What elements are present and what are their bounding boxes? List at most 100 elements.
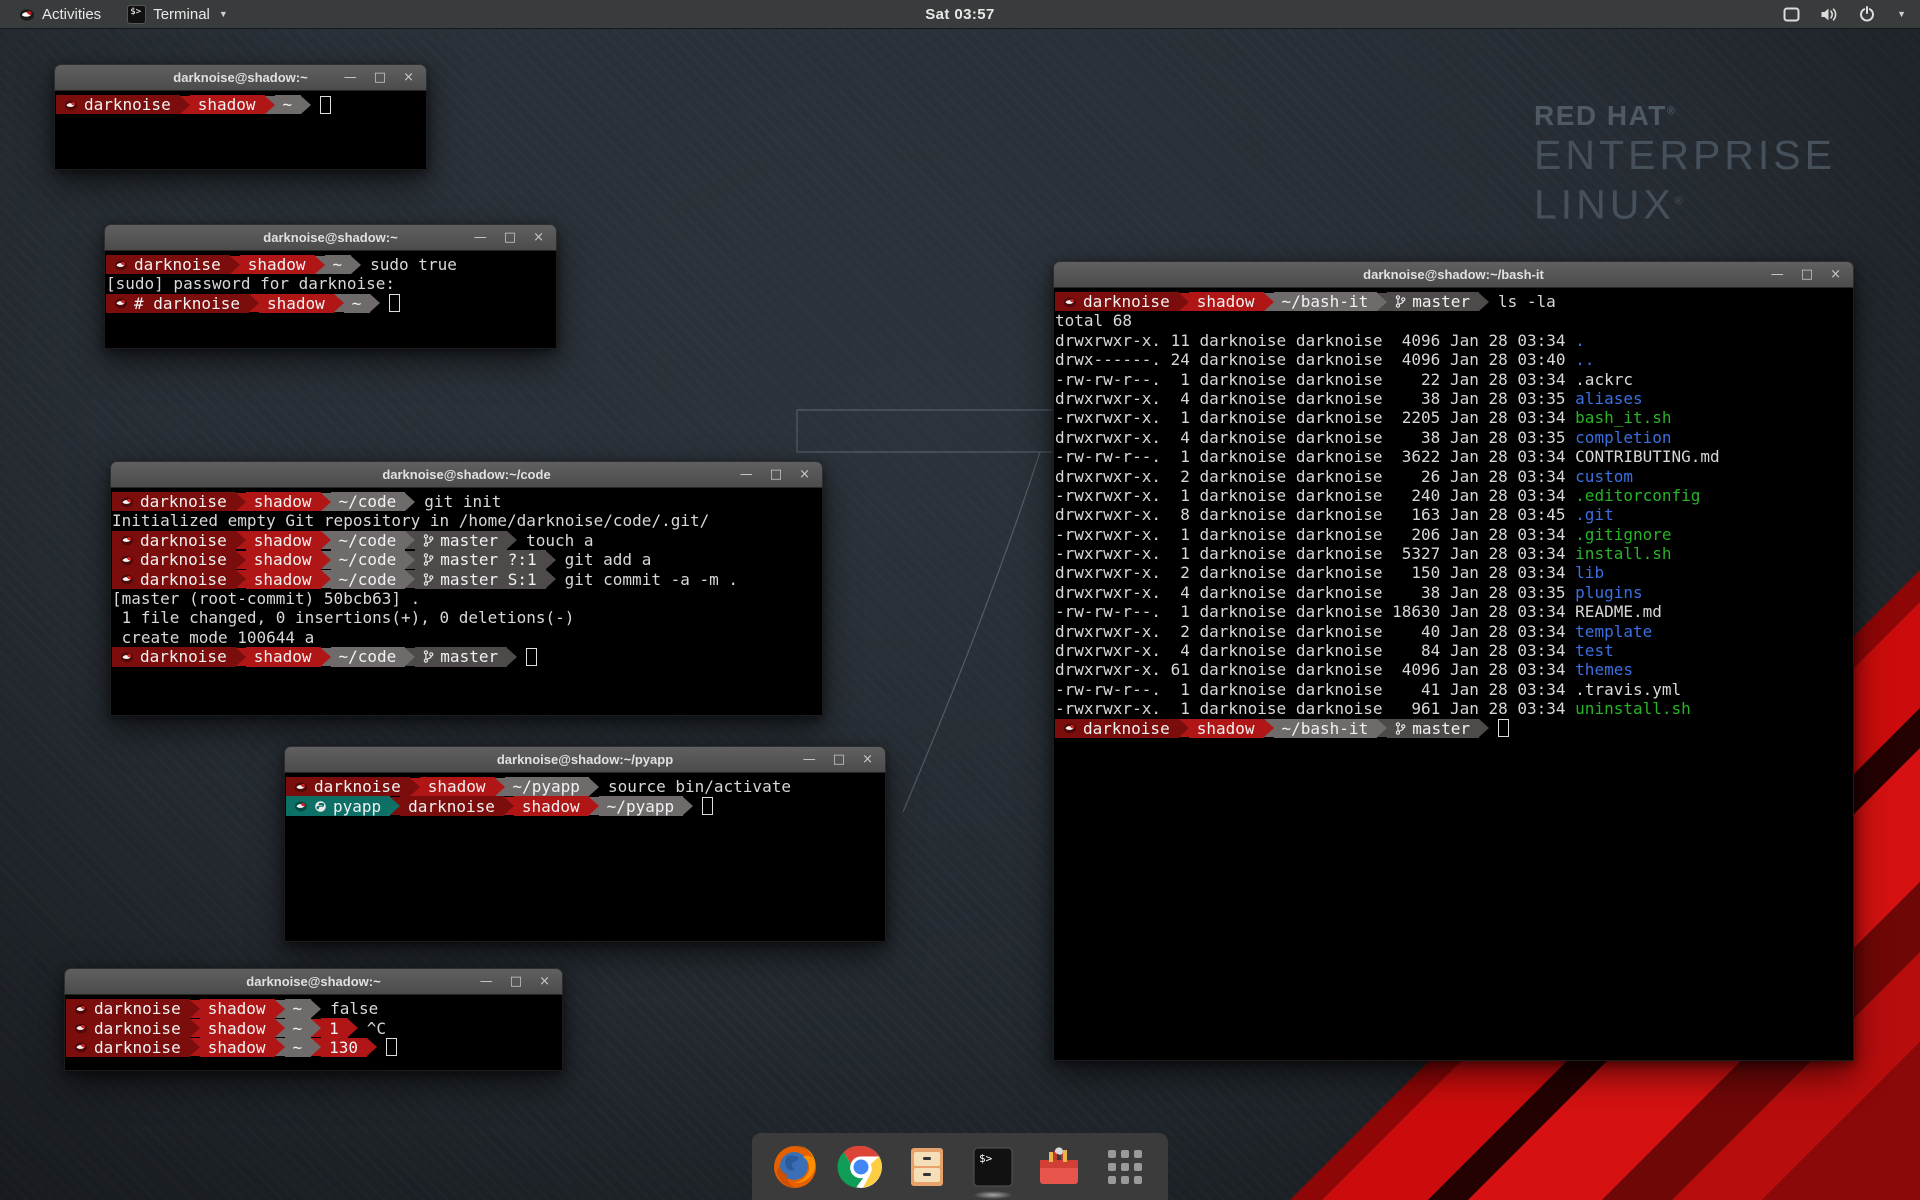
- prompt-segment-text: shadow: [208, 1038, 266, 1057]
- prompt-segment-text: ~/code: [339, 550, 397, 569]
- close-button[interactable]: ×: [403, 71, 414, 84]
- window-title: darknoise@shadow:~/bash-it: [1054, 267, 1853, 282]
- terminal-output-line: drwxrwxr-x. 2 darknoise darknoise 26 Jan…: [1055, 467, 1852, 486]
- powerline-arrow-icon: [236, 493, 246, 511]
- close-button[interactable]: ×: [539, 975, 550, 988]
- prompt-segment-text: shadow: [522, 797, 580, 816]
- window-titlebar[interactable]: darknoise@shadow:~—□×: [54, 64, 427, 91]
- files-icon: [904, 1144, 950, 1190]
- volume-icon[interactable]: [1820, 7, 1839, 22]
- prompt-segment-text: shadow: [254, 492, 312, 511]
- terminal-cursor: [1498, 719, 1509, 737]
- prompt-segment-text: shadow: [208, 1019, 266, 1038]
- minimize-button[interactable]: —: [803, 753, 816, 766]
- terminal-output-line: drwxrwxr-x. 4 darknoise darknoise 38 Jan…: [1055, 389, 1852, 408]
- powerline-arrow-icon: [236, 551, 246, 569]
- output-text: -rwxrwxr-x. 1 darknoise darknoise 2205 J…: [1055, 408, 1575, 427]
- prompt-segment: ~/code: [331, 492, 406, 511]
- terminal-prompt-line: darknoiseshadow~130: [66, 1038, 561, 1057]
- maximize-button[interactable]: □: [504, 231, 516, 244]
- prompt-segment: darknoise: [1055, 719, 1179, 738]
- terminal-body[interactable]: darknoiseshadow~/codegit initInitialized…: [110, 488, 823, 716]
- window-titlebar[interactable]: darknoise@shadow:~/code—□×: [110, 461, 823, 488]
- close-button[interactable]: ×: [533, 231, 544, 244]
- powerline-arrow-icon: [370, 294, 380, 312]
- window-titlebar[interactable]: darknoise@shadow:~—□×: [104, 224, 557, 251]
- maximize-button[interactable]: □: [833, 753, 845, 766]
- terminal-prompt-line: darknoiseshadow~false: [66, 999, 561, 1018]
- output-text: -rwxrwxr-x. 1 darknoise darknoise 206 Ja…: [1055, 525, 1575, 544]
- terminal-body[interactable]: darknoiseshadow~falsedarknoiseshadow~1^C…: [64, 995, 563, 1071]
- dock-item-toolbox[interactable]: [1035, 1141, 1083, 1193]
- window-titlebar[interactable]: darknoise@shadow:~/bash-it— □ ×: [1053, 261, 1854, 288]
- maximize-button[interactable]: □: [770, 468, 782, 481]
- output-text: -rwxrwxr-x. 1 darknoise darknoise 5327 J…: [1055, 544, 1575, 563]
- prompt-segment: master: [415, 647, 507, 666]
- maximize-button[interactable]: □: [1801, 268, 1813, 281]
- executable-name: .editorconfig: [1575, 486, 1700, 505]
- maximize-button[interactable]: □: [510, 975, 522, 988]
- directory-name: aliases: [1575, 389, 1642, 408]
- powerline-arrow-icon: [367, 1038, 377, 1056]
- prompt-segment-text: darknoise: [140, 492, 227, 511]
- dock-item-terminal[interactable]: $>: [969, 1141, 1017, 1193]
- minimize-button[interactable]: —: [740, 468, 753, 481]
- prompt-segment-text: ~/code: [339, 492, 397, 511]
- terminal-body[interactable]: darknoiseshadow~/bash-itmasterls -latota…: [1053, 288, 1854, 1061]
- dock-item-files[interactable]: [903, 1141, 951, 1193]
- toolbox-icon: [1035, 1144, 1083, 1190]
- git-branch-icon: [1395, 294, 1406, 309]
- power-icon[interactable]: [1859, 6, 1875, 22]
- close-button[interactable]: ×: [799, 468, 810, 481]
- prompt-segment-text: shadow: [428, 777, 486, 796]
- close-button[interactable]: ×: [862, 753, 873, 766]
- terminal-output-line: -rw-rw-r--. 1 darknoise darknoise 3622 J…: [1055, 447, 1852, 466]
- window-titlebar[interactable]: darknoise@shadow:~—□×: [64, 968, 563, 995]
- prompt-segment: 1: [321, 1018, 348, 1037]
- maximize-button[interactable]: □: [374, 71, 386, 84]
- git-branch-icon: [1395, 721, 1406, 736]
- prompt-segment: 130: [321, 1038, 367, 1057]
- dock-item-firefox[interactable]: [771, 1141, 819, 1193]
- powerline-arrow-icon: [405, 570, 415, 588]
- terminal-body[interactable]: darknoiseshadow~sudo true[sudo] password…: [104, 251, 557, 349]
- prompt-segment: ~/code: [331, 647, 406, 666]
- prompt-segment: darknoise: [112, 492, 236, 511]
- chevron-down-icon[interactable]: ▼: [1897, 9, 1906, 19]
- directory-name: custom: [1575, 467, 1633, 486]
- dock-item-app-grid[interactable]: [1101, 1141, 1149, 1193]
- prompt-segment: ~: [285, 999, 312, 1018]
- terminal-body[interactable]: darknoiseshadow~: [54, 91, 427, 170]
- terminal-body[interactable]: darknoiseshadow~/pyappsource bin/activat…: [284, 773, 886, 942]
- prompt-segment: master: [1387, 719, 1479, 738]
- window-buttons: — □ ×: [480, 975, 562, 988]
- powerline-arrow-icon: [507, 531, 517, 549]
- terminal-prompt-line: # darknoiseshadow~: [106, 294, 555, 313]
- command-text: sudo true: [370, 255, 457, 274]
- minimize-button[interactable]: —: [474, 231, 487, 244]
- powerline-arrow-icon: [504, 797, 514, 815]
- minimize-button[interactable]: —: [1771, 268, 1784, 281]
- dock-item-chrome[interactable]: [837, 1141, 885, 1193]
- terminal-cursor: [526, 648, 537, 666]
- terminal-output-line: drwxrwxr-x. 4 darknoise darknoise 84 Jan…: [1055, 641, 1852, 660]
- minimize-button[interactable]: —: [344, 71, 357, 84]
- output-text: -rwxrwxr-x. 1 darknoise darknoise 240 Ja…: [1055, 486, 1575, 505]
- directory-name: completion: [1575, 428, 1671, 447]
- window-titlebar[interactable]: darknoise@shadow:~/pyapp—□×: [284, 746, 886, 773]
- terminal-output-line: drwxrwxr-x. 4 darknoise darknoise 38 Jan…: [1055, 583, 1852, 602]
- output-text: drwxrwxr-x. 4 darknoise darknoise 38 Jan…: [1055, 428, 1575, 447]
- output-text: drwxrwxr-x. 61 darknoise darknoise 4096 …: [1055, 660, 1575, 679]
- terminal-prompt-line: darknoiseshadow~/bash-itmasterls -la: [1055, 292, 1852, 311]
- terminal-output-line: drwxrwxr-x. 61 darknoise darknoise 4096 …: [1055, 660, 1852, 679]
- minimize-button[interactable]: —: [480, 975, 493, 988]
- display-icon[interactable]: [1783, 7, 1800, 22]
- command-text: git init: [424, 492, 501, 511]
- directory-name: lib: [1575, 563, 1604, 582]
- clock[interactable]: Sat 03:57: [0, 6, 1920, 23]
- output-text: drwxrwxr-x. 2 darknoise darknoise 40 Jan…: [1055, 622, 1575, 641]
- redhat-icon: [120, 651, 134, 663]
- close-button[interactable]: ×: [1830, 268, 1841, 281]
- terminal-cursor: [389, 294, 400, 312]
- prompt-segment-text: darknoise: [94, 1038, 181, 1057]
